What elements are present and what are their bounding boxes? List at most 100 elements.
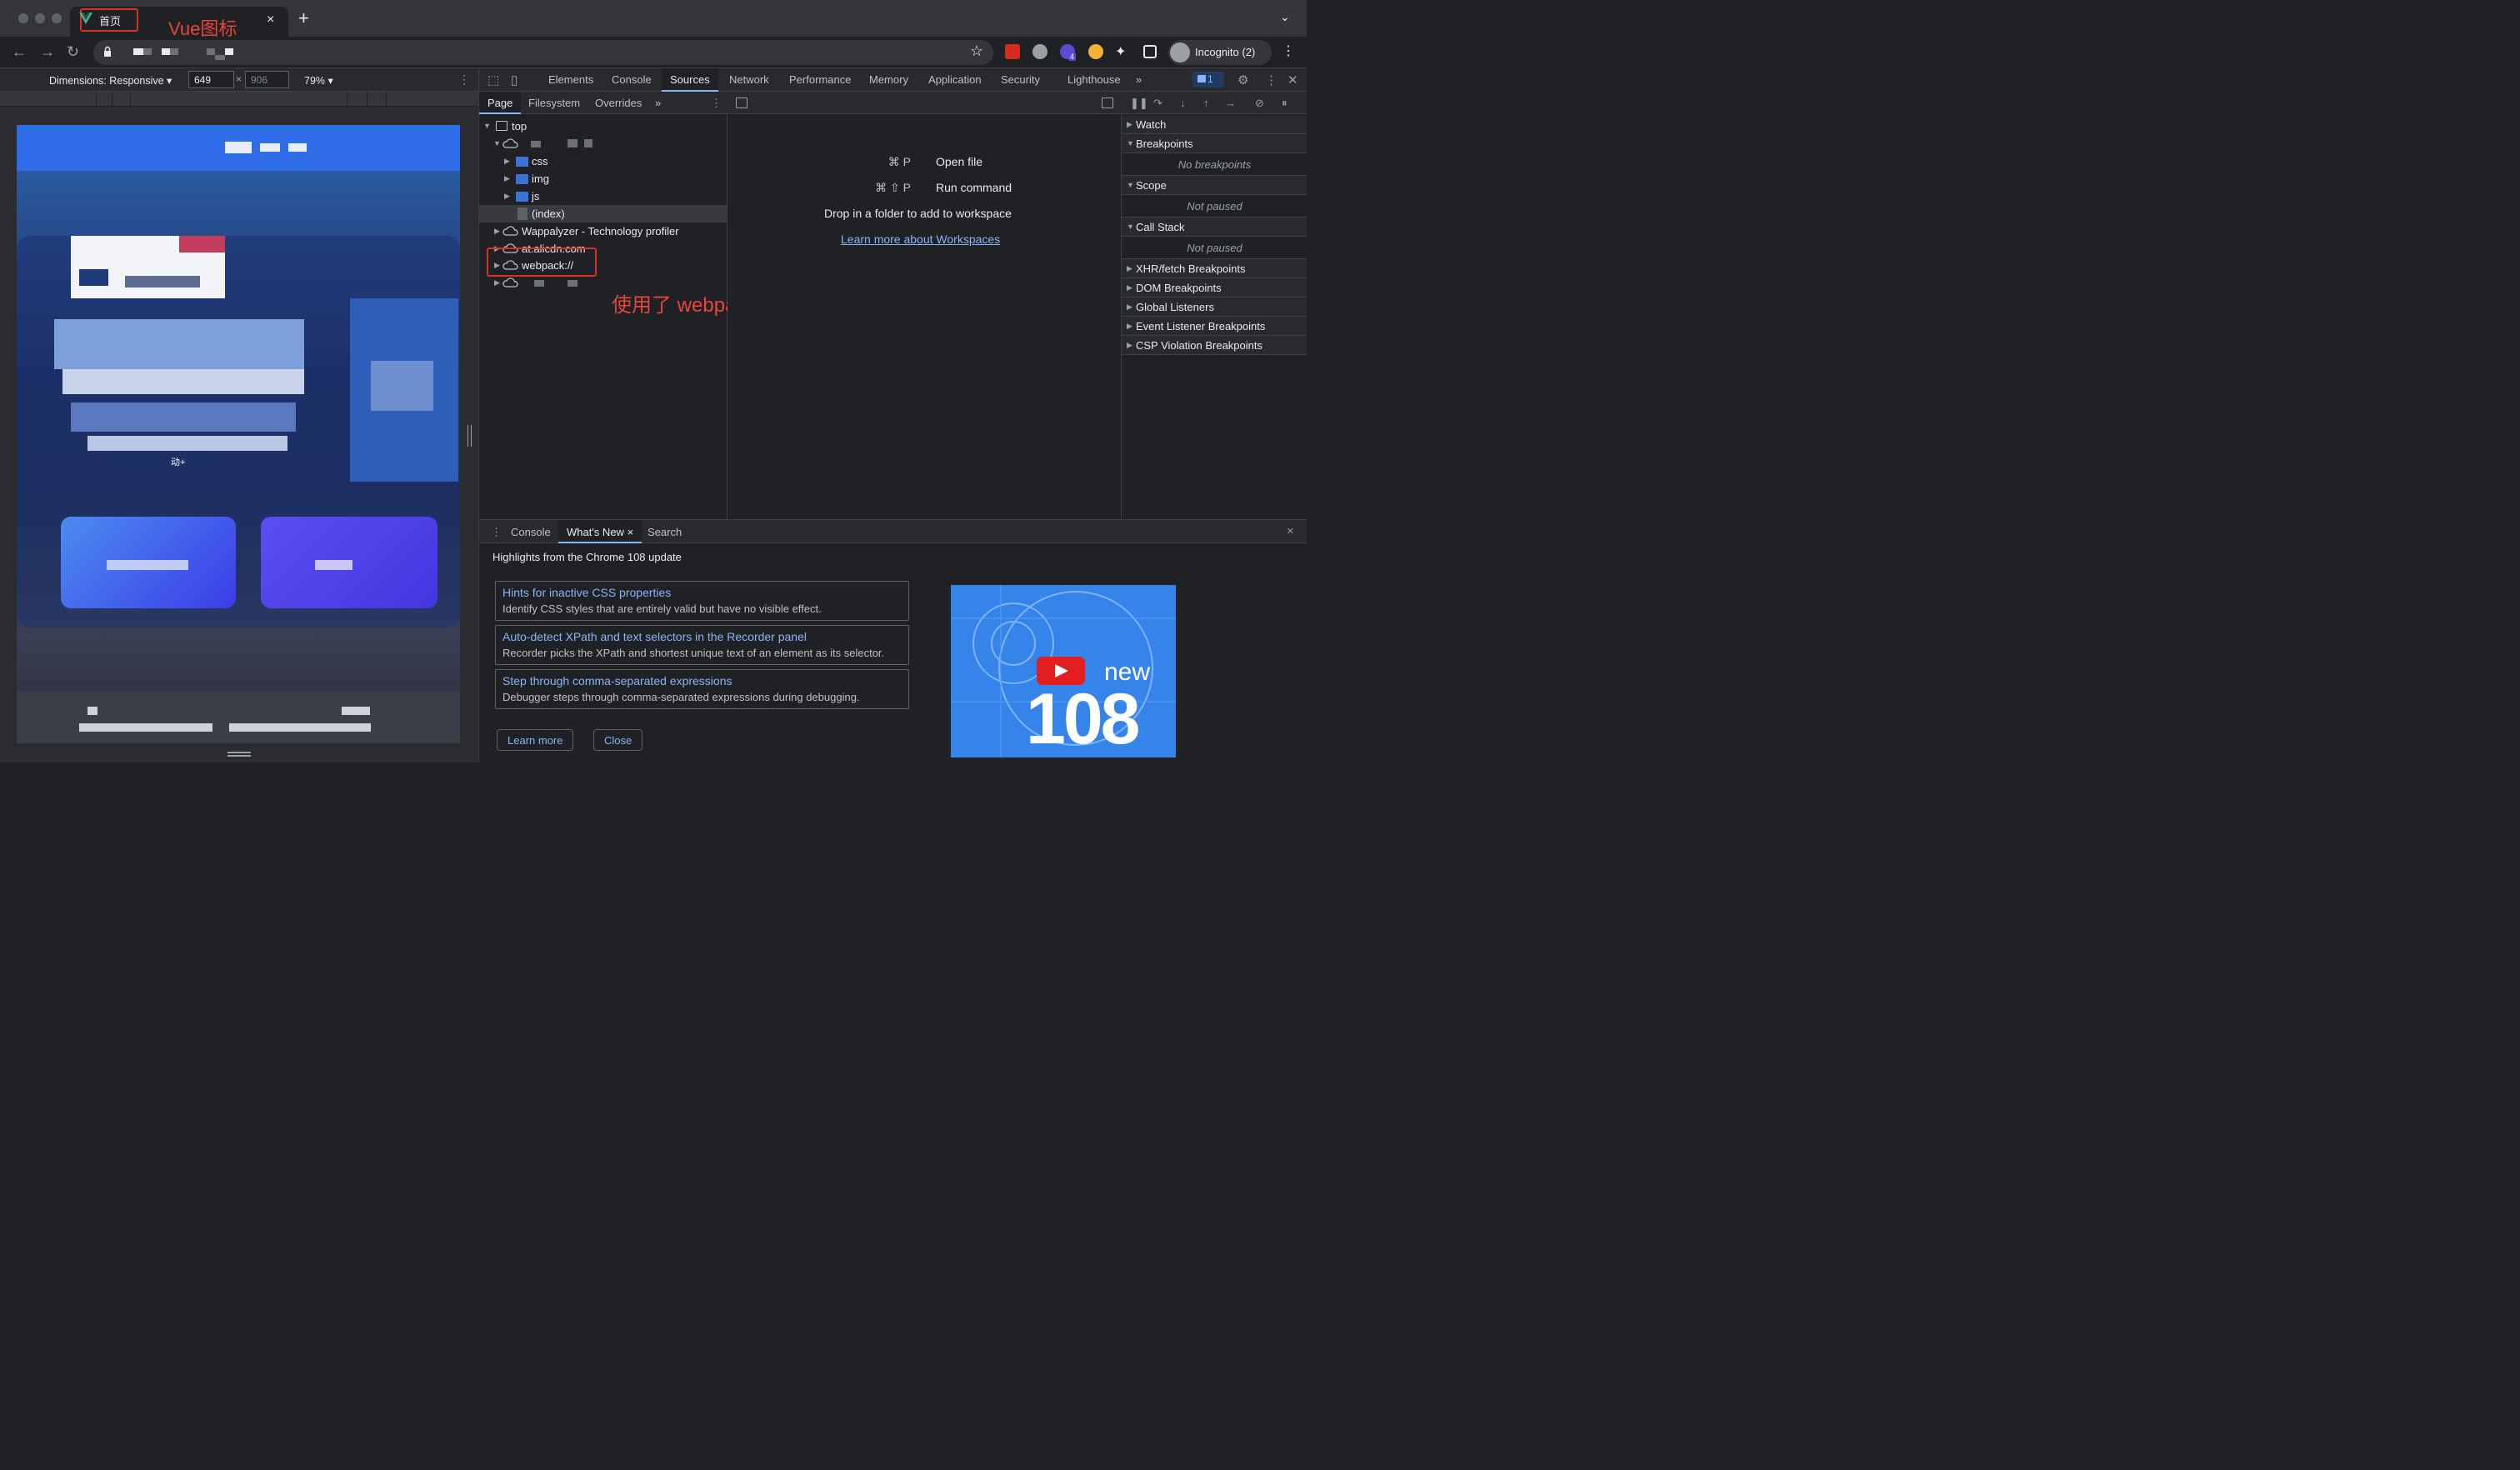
media-query-ruler[interactable]	[0, 92, 478, 107]
device-more-icon[interactable]: ⋮	[458, 72, 470, 87]
drawer-tab-whats-new[interactable]: What's New ×	[558, 520, 642, 543]
china-flag-extension-icon[interactable]	[1005, 44, 1020, 59]
drawer-tab-console[interactable]: Console	[511, 526, 551, 538]
extensions-icon[interactable]: ✦	[1115, 42, 1126, 62]
drawer-menu-icon[interactable]: ⋮	[491, 526, 502, 539]
ruler-segment[interactable]	[367, 92, 368, 107]
tab-network[interactable]: Network	[729, 73, 769, 86]
ruler-segment[interactable]	[347, 92, 348, 107]
pane-dom-breakpoints[interactable]: ▶ DOM Breakpoints	[1122, 278, 1307, 298]
ruler-segment[interactable]	[386, 92, 387, 107]
reload-icon[interactable]: ↻	[67, 42, 79, 62]
drawer-tab-search[interactable]: Search	[648, 526, 682, 538]
step-icon[interactable]: →	[1225, 97, 1236, 109]
tree-node-top[interactable]: ▼ top	[479, 118, 728, 135]
tab-search-chevron-icon[interactable]: ⌄	[1280, 10, 1290, 24]
toggle-navigator-icon[interactable]	[736, 98, 748, 108]
tree-node-wappalyzer[interactable]: ▶ Wappalyzer - Technology profiler	[479, 222, 728, 240]
circle-extension-icon[interactable]	[1032, 44, 1048, 59]
incognito-button[interactable]: Incognito (2)	[1168, 40, 1272, 65]
nav-tab-page[interactable]: Page	[479, 92, 522, 114]
new-tab-button[interactable]: +	[298, 9, 309, 28]
ruler-segment[interactable]	[130, 92, 131, 107]
settings-gear-icon[interactable]: ⚙	[1238, 72, 1248, 88]
step-out-icon[interactable]: ↑	[1203, 97, 1209, 109]
zoom-dropdown[interactable]: 79% ▾	[304, 74, 333, 87]
issues-button[interactable]: 1	[1192, 72, 1224, 88]
whats-new-item-title[interactable]: Auto-detect XPath and text selectors in …	[502, 630, 807, 643]
minimize-window-button[interactable]	[35, 13, 45, 23]
width-input[interactable]: 649	[188, 71, 234, 88]
redacted-url	[225, 48, 233, 55]
drawer-close-icon[interactable]: ×	[1287, 524, 1294, 538]
tab-sources[interactable]: Sources	[662, 68, 718, 92]
page-button-right[interactable]	[261, 517, 438, 608]
toggle-debugger-icon[interactable]	[1102, 98, 1113, 108]
tab-application[interactable]: Application	[928, 73, 982, 86]
menu-icon[interactable]: ⋮	[1282, 42, 1295, 59]
tab-console[interactable]: Console	[612, 73, 652, 86]
whats-new-item[interactable]: Hints for inactive CSS properties Identi…	[495, 581, 909, 621]
wappalyzer-extension-icon[interactable]: 4	[1060, 44, 1077, 61]
tree-node-js[interactable]: ▶ js	[479, 188, 728, 205]
pane-xhr-breakpoints[interactable]: ▶ XHR/fetch Breakpoints	[1122, 259, 1307, 278]
tab-security[interactable]: Security	[1001, 73, 1040, 86]
whats-new-item-title[interactable]: Hints for inactive CSS properties	[502, 586, 671, 599]
ruler-segment[interactable]	[96, 92, 97, 107]
tab-close-icon[interactable]: ×	[267, 12, 274, 28]
whats-new-item[interactable]: Auto-detect XPath and text selectors in …	[495, 625, 909, 665]
pane-csp-violation-breakpoints[interactable]: ▶ CSP Violation Breakpoints	[1122, 336, 1307, 355]
zoom-window-button[interactable]	[52, 13, 62, 23]
tab-elements[interactable]: Elements	[548, 73, 593, 86]
height-input[interactable]: 906	[245, 71, 289, 88]
address-bar[interactable]: ☆	[93, 40, 993, 65]
browser-tab[interactable]: 首页 Vue图标 ×	[70, 7, 288, 39]
devtools-close-icon[interactable]: ✕	[1288, 72, 1298, 88]
drawer-tab-close-icon[interactable]: ×	[628, 526, 634, 538]
tab-memory[interactable]: Memory	[869, 73, 908, 86]
pause-icon[interactable]: ❚❚	[1130, 97, 1148, 110]
pane-global-listeners[interactable]: ▶ Global Listeners	[1122, 298, 1307, 317]
whats-new-item-title[interactable]: Step through comma-separated expressions	[502, 674, 732, 688]
learn-more-button[interactable]: Learn more	[497, 729, 574, 751]
emulated-page[interactable]: 动+	[17, 125, 460, 743]
close-button[interactable]: Close	[593, 729, 643, 751]
tree-node-img[interactable]: ▶ img	[479, 170, 728, 188]
device-toolbar-icon[interactable]: ▯	[511, 72, 518, 88]
close-window-button[interactable]	[18, 13, 28, 23]
nav-more-icon[interactable]: »	[655, 97, 661, 109]
pane-breakpoints[interactable]: ▼ Breakpoints	[1122, 134, 1307, 153]
pane-call-stack[interactable]: ▼ Call Stack	[1122, 218, 1307, 237]
back-icon[interactable]: ←	[12, 42, 27, 62]
tree-node-index[interactable]: (index)	[479, 205, 728, 222]
navigator-menu-icon[interactable]: ⋮	[711, 97, 722, 110]
nav-tab-overrides[interactable]: Overrides	[595, 97, 642, 109]
lock-icon[interactable]	[103, 46, 112, 58]
pane-event-listener-breakpoints[interactable]: ▶ Event Listener Breakpoints	[1122, 317, 1307, 336]
tab-lighthouse[interactable]: Lighthouse	[1068, 73, 1121, 86]
whats-new-item[interactable]: Step through comma-separated expressions…	[495, 669, 909, 709]
learn-more-workspaces-link[interactable]: Learn more about Workspaces	[841, 232, 1000, 246]
page-button-left[interactable]	[61, 517, 236, 608]
viewport-resize-handle[interactable]	[468, 425, 472, 447]
forward-icon[interactable]: →	[40, 42, 55, 62]
deactivate-breakpoints-icon[interactable]: ⊘	[1255, 97, 1264, 110]
nav-tab-filesystem[interactable]: Filesystem	[528, 97, 580, 109]
viewport-bottom-resize-handle[interactable]	[228, 752, 251, 757]
step-over-icon[interactable]: ↷	[1153, 97, 1162, 110]
dimensions-dropdown[interactable]: Dimensions: Responsive ▾	[49, 74, 172, 87]
tab-performance[interactable]: Performance	[789, 73, 851, 86]
devtools-more-icon[interactable]: ⋮	[1265, 72, 1278, 88]
chrome-108-video-thumbnail[interactable]: new 108	[951, 585, 1176, 758]
pane-watch[interactable]: ▶ Watch	[1122, 115, 1307, 134]
tree-node-origin[interactable]: ▼	[479, 135, 728, 152]
star-icon[interactable]: ☆	[970, 42, 983, 60]
more-tabs-icon[interactable]: »	[1136, 73, 1142, 86]
colorful-extension-icon[interactable]	[1088, 44, 1103, 59]
side-panel-icon[interactable]	[1143, 45, 1157, 58]
pane-scope[interactable]: ▼ Scope	[1122, 176, 1307, 195]
inspect-element-icon[interactable]: ⬚	[488, 72, 499, 88]
tree-node-css[interactable]: ▶ css	[479, 152, 728, 170]
pause-on-exceptions-icon[interactable]: ⏸	[1282, 97, 1288, 110]
step-into-icon[interactable]: ↓	[1180, 97, 1186, 109]
